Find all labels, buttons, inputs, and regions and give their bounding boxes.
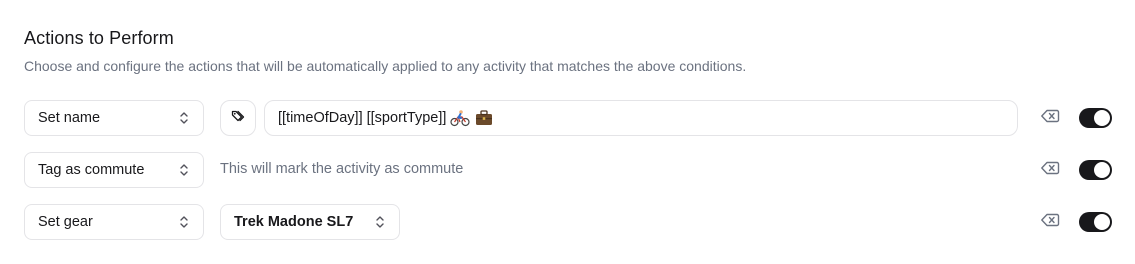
backspace-icon: [1040, 212, 1060, 233]
section-title: Actions to Perform: [24, 28, 174, 48]
enable-toggle[interactable]: [1079, 212, 1112, 232]
chevron-up-down-icon: [177, 161, 191, 179]
chevron-up-down-icon: [177, 213, 191, 231]
briefcase-emoji-icon: [474, 109, 494, 127]
toggle-knob: [1094, 214, 1110, 230]
enable-toggle[interactable]: [1079, 108, 1112, 128]
bicyclist-emoji-icon: [450, 109, 471, 127]
action-type-label: Set name: [38, 110, 101, 126]
action-type-select[interactable]: Tag as commute: [24, 152, 204, 188]
insert-tag-button[interactable]: [220, 100, 256, 136]
name-template-value: [[timeOfDay]] [[sportType]]: [278, 110, 447, 126]
gear-select[interactable]: Trek Madone SL7: [220, 204, 400, 240]
action-type-select[interactable]: Set name: [24, 100, 204, 136]
gear-value: Trek Madone SL7: [234, 214, 354, 230]
action-row: Set name [[timeOfDay]] [[sportType]]: [24, 100, 1112, 136]
commute-note: This will mark the activity as commute: [220, 161, 464, 177]
action-type-label: Set gear: [38, 214, 93, 230]
backspace-icon: [1040, 108, 1060, 129]
remove-action-button[interactable]: [1039, 108, 1061, 128]
remove-action-button[interactable]: [1039, 212, 1061, 232]
action-type-select[interactable]: Set gear: [24, 204, 204, 240]
action-type-label: Tag as commute: [38, 162, 145, 178]
backspace-icon: [1040, 160, 1060, 181]
chevron-up-down-icon: [373, 213, 387, 231]
chevron-up-down-icon: [177, 109, 191, 127]
toggle-knob: [1094, 110, 1110, 126]
tags-icon: [230, 108, 246, 129]
name-template-input[interactable]: [[timeOfDay]] [[sportType]]: [264, 100, 1018, 136]
enable-toggle[interactable]: [1079, 160, 1112, 180]
remove-action-button[interactable]: [1039, 160, 1061, 180]
toggle-knob: [1094, 162, 1110, 178]
action-row: Tag as commute This will mark the activi…: [24, 152, 1112, 188]
section-description: Choose and configure the actions that wi…: [24, 58, 747, 74]
action-row: Set gear Trek Madone SL7: [24, 204, 1112, 240]
actions-section: Actions to Perform Choose and configure …: [24, 0, 1112, 264]
